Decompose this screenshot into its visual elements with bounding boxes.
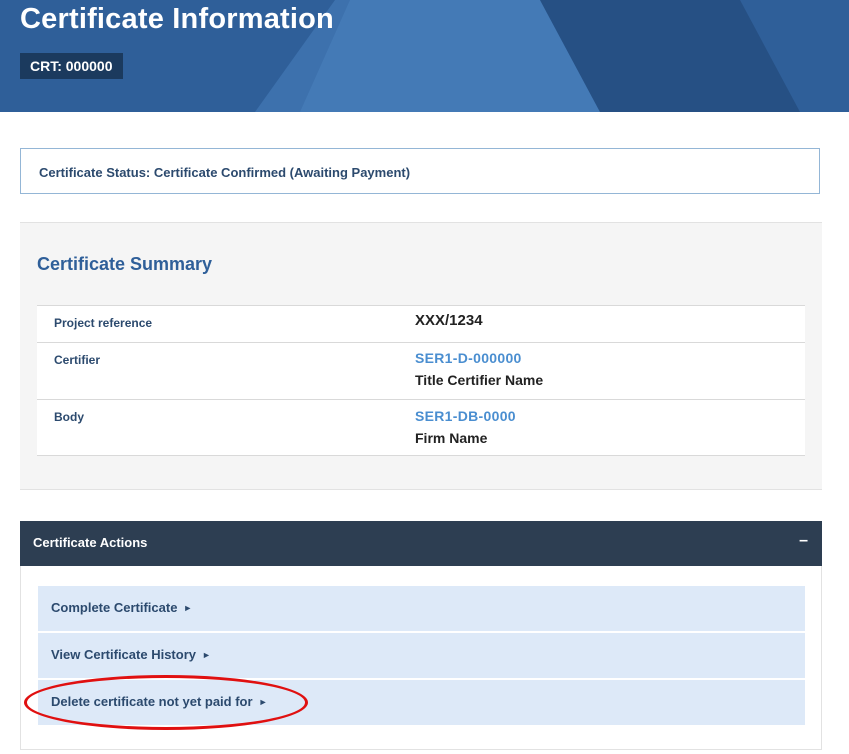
view-certificate-history-action[interactable]: View Certificate History ► — [38, 633, 805, 678]
certificate-actions-title: Certificate Actions — [33, 535, 148, 550]
certificate-actions-body: Complete Certificate ► View Certificate H… — [20, 566, 822, 750]
certifier-id-link[interactable]: SER1-D-000000 — [415, 350, 522, 366]
view-certificate-history-label: View Certificate History — [51, 647, 196, 662]
body-firm-name-value: Firm Name — [415, 430, 488, 446]
arrow-right-icon: ► — [258, 697, 268, 707]
certifier-name-value: Title Certifier Name — [415, 372, 544, 388]
delete-unpaid-certificate-label: Delete certificate not yet paid for — [51, 694, 253, 709]
summary-row-label: Body — [54, 410, 84, 424]
certificate-summary-panel: Certificate Summary Project reference XX… — [20, 222, 822, 490]
delete-unpaid-certificate-action[interactable]: Delete certificate not yet paid for ► — [38, 680, 805, 725]
certificate-actions-header[interactable]: Certificate Actions – — [20, 521, 822, 566]
summary-row-body: Body SER1-DB-0000 Firm Name — [37, 399, 805, 456]
summary-row-certifier: Certifier SER1-D-000000 Title Certifier … — [37, 342, 805, 399]
complete-certificate-label: Complete Certificate — [51, 600, 178, 615]
certificate-status-box: Certificate Status: Certificate Confirme… — [20, 148, 820, 194]
complete-certificate-action[interactable]: Complete Certificate ► — [38, 586, 805, 631]
certificate-summary-table: Project reference XXX/1234 Certifier SER… — [37, 305, 805, 456]
arrow-right-icon: ► — [183, 603, 193, 613]
certificate-summary-title: Certificate Summary — [37, 254, 213, 274]
page-title: Certificate Information — [20, 3, 334, 35]
summary-row-project-reference: Project reference XXX/1234 — [37, 305, 805, 342]
page-header: Certificate Information CRT: 000000 — [0, 0, 849, 112]
body-id-link[interactable]: SER1-DB-0000 — [415, 408, 516, 424]
certificate-number-badge: CRT: 000000 — [20, 53, 123, 79]
summary-row-label: Project reference — [54, 316, 153, 330]
project-reference-value: XXX/1234 — [415, 312, 483, 329]
summary-row-label: Certifier — [54, 353, 101, 367]
action-label: Complete Certificate ► — [51, 600, 192, 615]
certificate-status-text: Certificate Status: Certificate Confirme… — [39, 165, 411, 180]
arrow-right-icon: ► — [201, 650, 211, 660]
collapse-icon[interactable]: – — [799, 532, 808, 550]
action-label: View Certificate History ► — [51, 647, 211, 662]
action-label: Delete certificate not yet paid for ► — [51, 694, 267, 709]
